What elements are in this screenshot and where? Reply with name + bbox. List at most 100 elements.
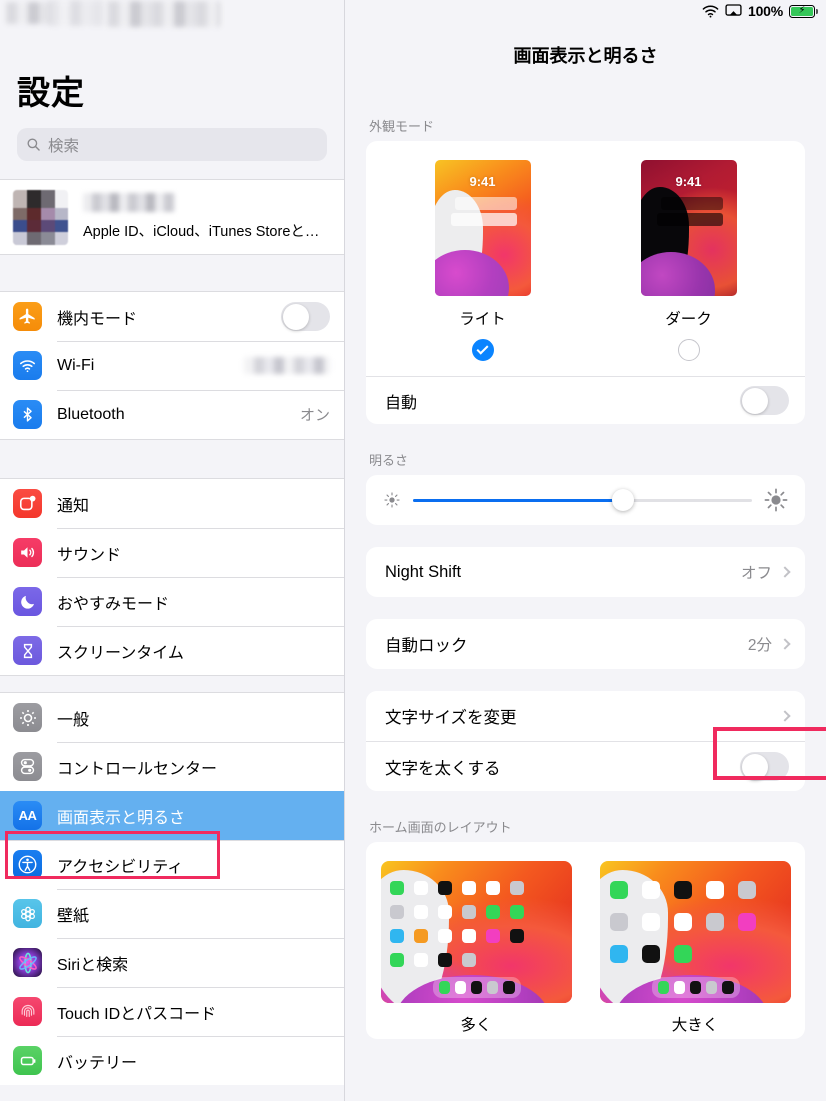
auto-lock-label: 自動ロック — [385, 637, 468, 655]
search-icon — [27, 138, 40, 151]
bluetooth-icon — [13, 400, 42, 429]
appearance-option-label: ライト — [459, 311, 506, 328]
app-icon — [641, 913, 660, 931]
apple-id-subtitle: Apple ID、iCloud、iTunes Storeと… — [83, 224, 320, 240]
light-wallpaper-preview: 9:41 — [434, 160, 531, 296]
slider-fill — [413, 498, 624, 502]
apple-id-row[interactable]: Apple ID、iCloud、iTunes Storeと… — [0, 179, 344, 255]
app-icon — [413, 905, 428, 919]
sidebar-item-label: Touch IDとパスコード — [57, 1005, 217, 1023]
auto-lock-card: 自動ロック 2分 — [366, 619, 805, 669]
automatic-appearance-row[interactable]: 自動 — [366, 376, 805, 424]
app-icon — [673, 945, 692, 963]
sidebar-item-notifications[interactable]: 通知 — [0, 479, 344, 528]
app-icon — [509, 929, 524, 943]
night-shift-row[interactable]: Night Shift オフ — [366, 547, 805, 597]
airplane-icon — [13, 302, 42, 331]
sidebar-redacted-topbar — [0, 0, 344, 28]
search-placeholder: 検索 — [48, 137, 80, 155]
bold-text-toggle[interactable] — [740, 752, 789, 781]
slider-thumb[interactable] — [612, 489, 635, 511]
notifications-icon — [13, 489, 42, 518]
gear-icon — [13, 703, 42, 732]
accessibility-icon — [13, 850, 42, 879]
app-icon — [485, 929, 500, 943]
section-header-appearance: 外観モード — [369, 119, 435, 134]
sidebar-item-label: サウンド — [57, 546, 122, 564]
page-title: 設定 — [17, 74, 85, 111]
sidebar-item-siri-search[interactable]: Siriと検索 — [0, 938, 344, 987]
sidebar-item-touch-id-passcode[interactable]: Touch IDとパスコード — [0, 987, 344, 1036]
light-mode-radio[interactable] — [471, 339, 494, 361]
battery-charging-icon: ⚡ — [789, 4, 818, 18]
text-size-row[interactable]: 文字サイズを変更 — [366, 691, 805, 741]
dock-app-icon — [454, 981, 466, 994]
appearance-option-dark[interactable]: 9:41 ダーク — [640, 160, 737, 361]
airplane-mode-toggle[interactable] — [281, 302, 330, 331]
home-layout-option-bigger[interactable]: 大きく — [599, 861, 791, 1035]
sidebar-item-label: 一般 — [57, 711, 90, 729]
account-name-redacted — [83, 193, 175, 212]
control-center-icon — [13, 752, 42, 781]
sidebar-item-label: 壁紙 — [57, 907, 90, 925]
appearance-option-label: ダーク — [665, 311, 712, 328]
avatar — [13, 189, 68, 245]
dark-mode-radio[interactable] — [677, 339, 700, 361]
automatic-appearance-toggle[interactable] — [740, 386, 789, 415]
search-input[interactable]: 検索 — [17, 128, 327, 161]
siri-icon — [13, 948, 42, 977]
sidebar-item-wallpaper[interactable]: 壁紙 — [0, 889, 344, 938]
sidebar-item-general[interactable]: 一般 — [0, 693, 344, 742]
home-layout-card: 多く 大きく — [366, 842, 805, 1039]
home-layout-option-more[interactable]: 多く — [380, 861, 572, 1035]
app-icon — [437, 905, 452, 919]
sidebar-item-screen-time[interactable]: スクリーンタイム — [0, 626, 344, 675]
bluetooth-status: オン — [299, 407, 330, 424]
sidebar-item-label: Wi-Fi — [57, 356, 95, 374]
notification-bubble — [454, 197, 517, 210]
bold-text-row[interactable]: 文字を太くする — [366, 741, 805, 791]
app-icon — [413, 953, 428, 967]
status-bar: 100% ⚡ — [345, 0, 826, 22]
moon-icon — [13, 587, 42, 616]
sidebar-item-do-not-disturb[interactable]: おやすみモード — [0, 577, 344, 626]
settings-sidebar: 設定 検索 Apple ID、iCloud、iTunes Storeと… 機内モ… — [0, 0, 345, 1101]
preview-clock: 9:41 — [675, 174, 702, 189]
sidebar-item-display-brightness[interactable]: AA 画面表示と明るさ — [0, 791, 344, 840]
auto-lock-row[interactable]: 自動ロック 2分 — [366, 619, 805, 669]
app-icon — [389, 905, 404, 919]
appearance-card: 9:41 ライト 9:41 ダーク 自動 — [366, 141, 805, 424]
app-icon — [641, 881, 660, 899]
sidebar-item-sounds[interactable]: サウンド — [0, 528, 344, 577]
app-icon — [485, 905, 500, 919]
sidebar-item-control-center[interactable]: コントロールセンター — [0, 742, 344, 791]
hourglass-icon — [13, 636, 42, 665]
section-header-home-layout: ホーム画面のレイアウト — [369, 820, 512, 835]
app-icon — [485, 881, 500, 895]
sidebar-item-airplane-mode[interactable]: 機内モード — [0, 292, 344, 341]
night-shift-card: Night Shift オフ — [366, 547, 805, 597]
brightness-low-icon — [384, 492, 400, 508]
sidebar-item-label: コントロールセンター — [57, 760, 218, 778]
sidebar-item-accessibility[interactable]: アクセシビリティ — [0, 840, 344, 889]
sidebar-group-system: 一般 コントロールセンター AA 画面表示と明るさ アクセシビリティ 壁紙 Si… — [0, 692, 344, 1085]
sidebar-item-battery[interactable]: バッテリー — [0, 1036, 344, 1085]
wifi-network-redacted — [244, 357, 330, 374]
brightness-slider[interactable] — [413, 489, 752, 511]
night-shift-value: オフ — [740, 565, 772, 582]
sidebar-item-bluetooth[interactable]: Bluetooth オン — [0, 390, 344, 439]
sound-icon — [13, 538, 42, 567]
app-icon — [461, 953, 476, 967]
display-and-brightness-panel: 100% ⚡ 画面表示と明るさ 外観モード 9:41 ライト 9:41 ダーク … — [345, 0, 826, 1101]
dock-app-icon — [657, 981, 669, 994]
app-icon — [705, 913, 724, 931]
sidebar-item-label: 画面表示と明るさ — [57, 809, 186, 827]
dock-app-icon — [438, 981, 450, 994]
airplay-icon — [725, 4, 742, 16]
detail-page-title: 画面表示と明るさ — [513, 46, 658, 66]
appearance-option-light[interactable]: 9:41 ライト — [434, 160, 531, 361]
app-icon — [641, 945, 660, 963]
notification-bubble — [660, 197, 723, 210]
sidebar-item-wifi[interactable]: Wi-Fi — [0, 341, 344, 390]
night-shift-label: Night Shift — [385, 562, 462, 581]
